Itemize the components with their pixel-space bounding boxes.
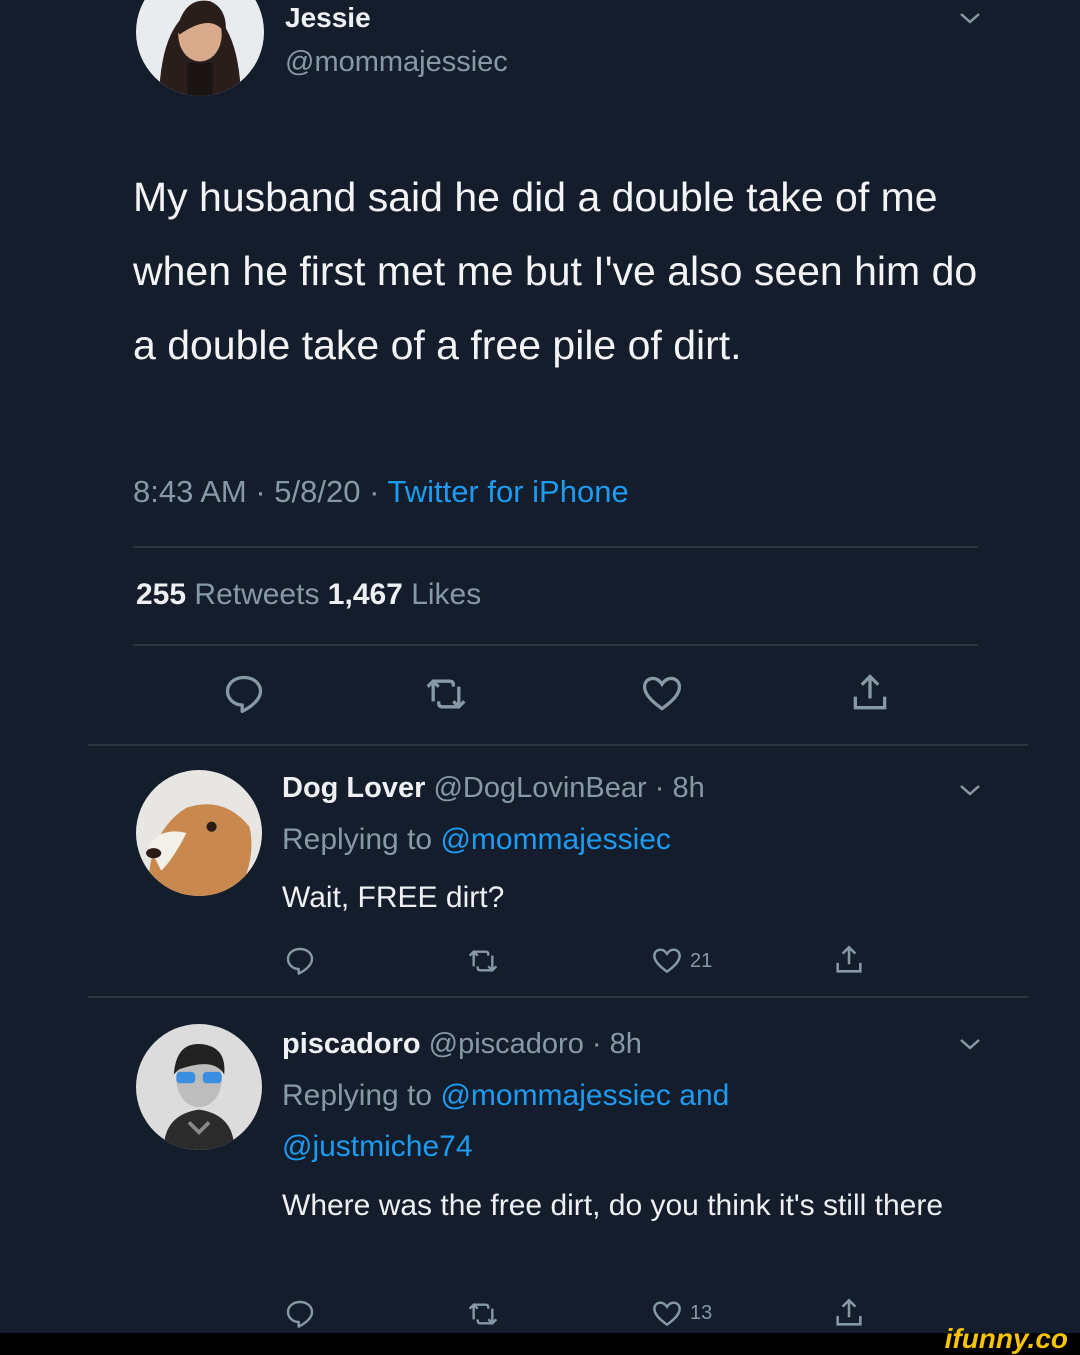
bottom-bar bbox=[0, 1333, 1080, 1355]
replying-to-link[interactable]: @justmiche74 bbox=[282, 1130, 473, 1163]
divider bbox=[133, 644, 978, 646]
likes-label[interactable]: Likes bbox=[403, 578, 481, 611]
reply-author-avatar[interactable] bbox=[136, 1024, 262, 1150]
divider bbox=[133, 546, 978, 548]
replying-to-label: Replying to bbox=[282, 823, 441, 856]
reply-author[interactable]: piscadoro @piscadoro · 8h bbox=[282, 1028, 642, 1061]
chevron-down-icon[interactable] bbox=[958, 782, 982, 798]
replying-to: Replying to @mommajessiec bbox=[282, 823, 671, 857]
reply-icon[interactable] bbox=[284, 1298, 316, 1330]
replying-to-second: @justmiche74 bbox=[282, 1130, 473, 1164]
reply-handle-time[interactable]: @DogLovinBear · 8h bbox=[425, 772, 704, 804]
replying-to: Replying to @mommajessiec and bbox=[282, 1079, 729, 1113]
main-author-name[interactable]: Jessie bbox=[285, 2, 371, 34]
likes-count[interactable]: 1,467 bbox=[328, 578, 403, 611]
reply-icon[interactable] bbox=[222, 672, 266, 716]
like-count: 21 bbox=[690, 950, 713, 972]
reply-author[interactable]: Dog Lover @DogLovinBear · 8h bbox=[282, 772, 705, 805]
reply-author-name[interactable]: piscadoro bbox=[282, 1028, 421, 1060]
tweet-text: My husband said he did a double take of … bbox=[133, 174, 978, 368]
tweet-timestamp: 8:43 AM · 5/8/20 · bbox=[133, 474, 388, 509]
retweet-icon[interactable] bbox=[466, 945, 500, 977]
share-icon[interactable] bbox=[848, 670, 892, 716]
like-count: 13 bbox=[690, 1302, 713, 1324]
reply-handle-time[interactable]: @piscadoro · 8h bbox=[421, 1028, 642, 1060]
share-icon[interactable] bbox=[832, 1296, 866, 1330]
reply-icon[interactable] bbox=[284, 945, 316, 977]
engagement-counts: 255 Retweets 1,467 Likes bbox=[136, 578, 481, 612]
tweet-thread-screenshot: Jessie @mommajessiec My husband said he … bbox=[0, 0, 1080, 1355]
like-icon[interactable] bbox=[650, 945, 684, 977]
reply-text: Wait, FREE dirt? bbox=[282, 881, 505, 914]
reply-author-name[interactable]: Dog Lover bbox=[282, 772, 425, 804]
retweets-count[interactable]: 255 bbox=[136, 578, 186, 611]
retweet-icon[interactable] bbox=[422, 672, 470, 716]
tweet-source-link[interactable]: Twitter for iPhone bbox=[387, 474, 628, 509]
main-author-avatar[interactable] bbox=[136, 0, 264, 96]
chevron-down-icon[interactable] bbox=[958, 1036, 982, 1052]
like-icon[interactable] bbox=[638, 672, 686, 716]
divider bbox=[88, 744, 1028, 746]
watermark-logo: ifunny.co bbox=[944, 1323, 1068, 1354]
share-icon[interactable] bbox=[832, 943, 866, 977]
chevron-down-icon[interactable] bbox=[958, 10, 982, 26]
like-icon[interactable] bbox=[650, 1298, 684, 1330]
retweet-icon[interactable] bbox=[466, 1298, 500, 1330]
replying-to-link[interactable]: @mommajessiec and bbox=[440, 1079, 729, 1112]
replying-to-label: Replying to bbox=[282, 1079, 441, 1112]
retweets-label[interactable]: Retweets bbox=[186, 578, 328, 611]
reply-text: Where was the free dirt, do you think it… bbox=[282, 1189, 944, 1222]
reply-author-avatar[interactable] bbox=[136, 770, 262, 896]
replying-to-link[interactable]: @mommajessiec bbox=[440, 823, 671, 856]
tweet-meta: 8:43 AM · 5/8/20 · Twitter for iPhone bbox=[133, 474, 629, 510]
divider bbox=[88, 996, 1028, 998]
main-author-handle[interactable]: @mommajessiec bbox=[285, 46, 508, 79]
